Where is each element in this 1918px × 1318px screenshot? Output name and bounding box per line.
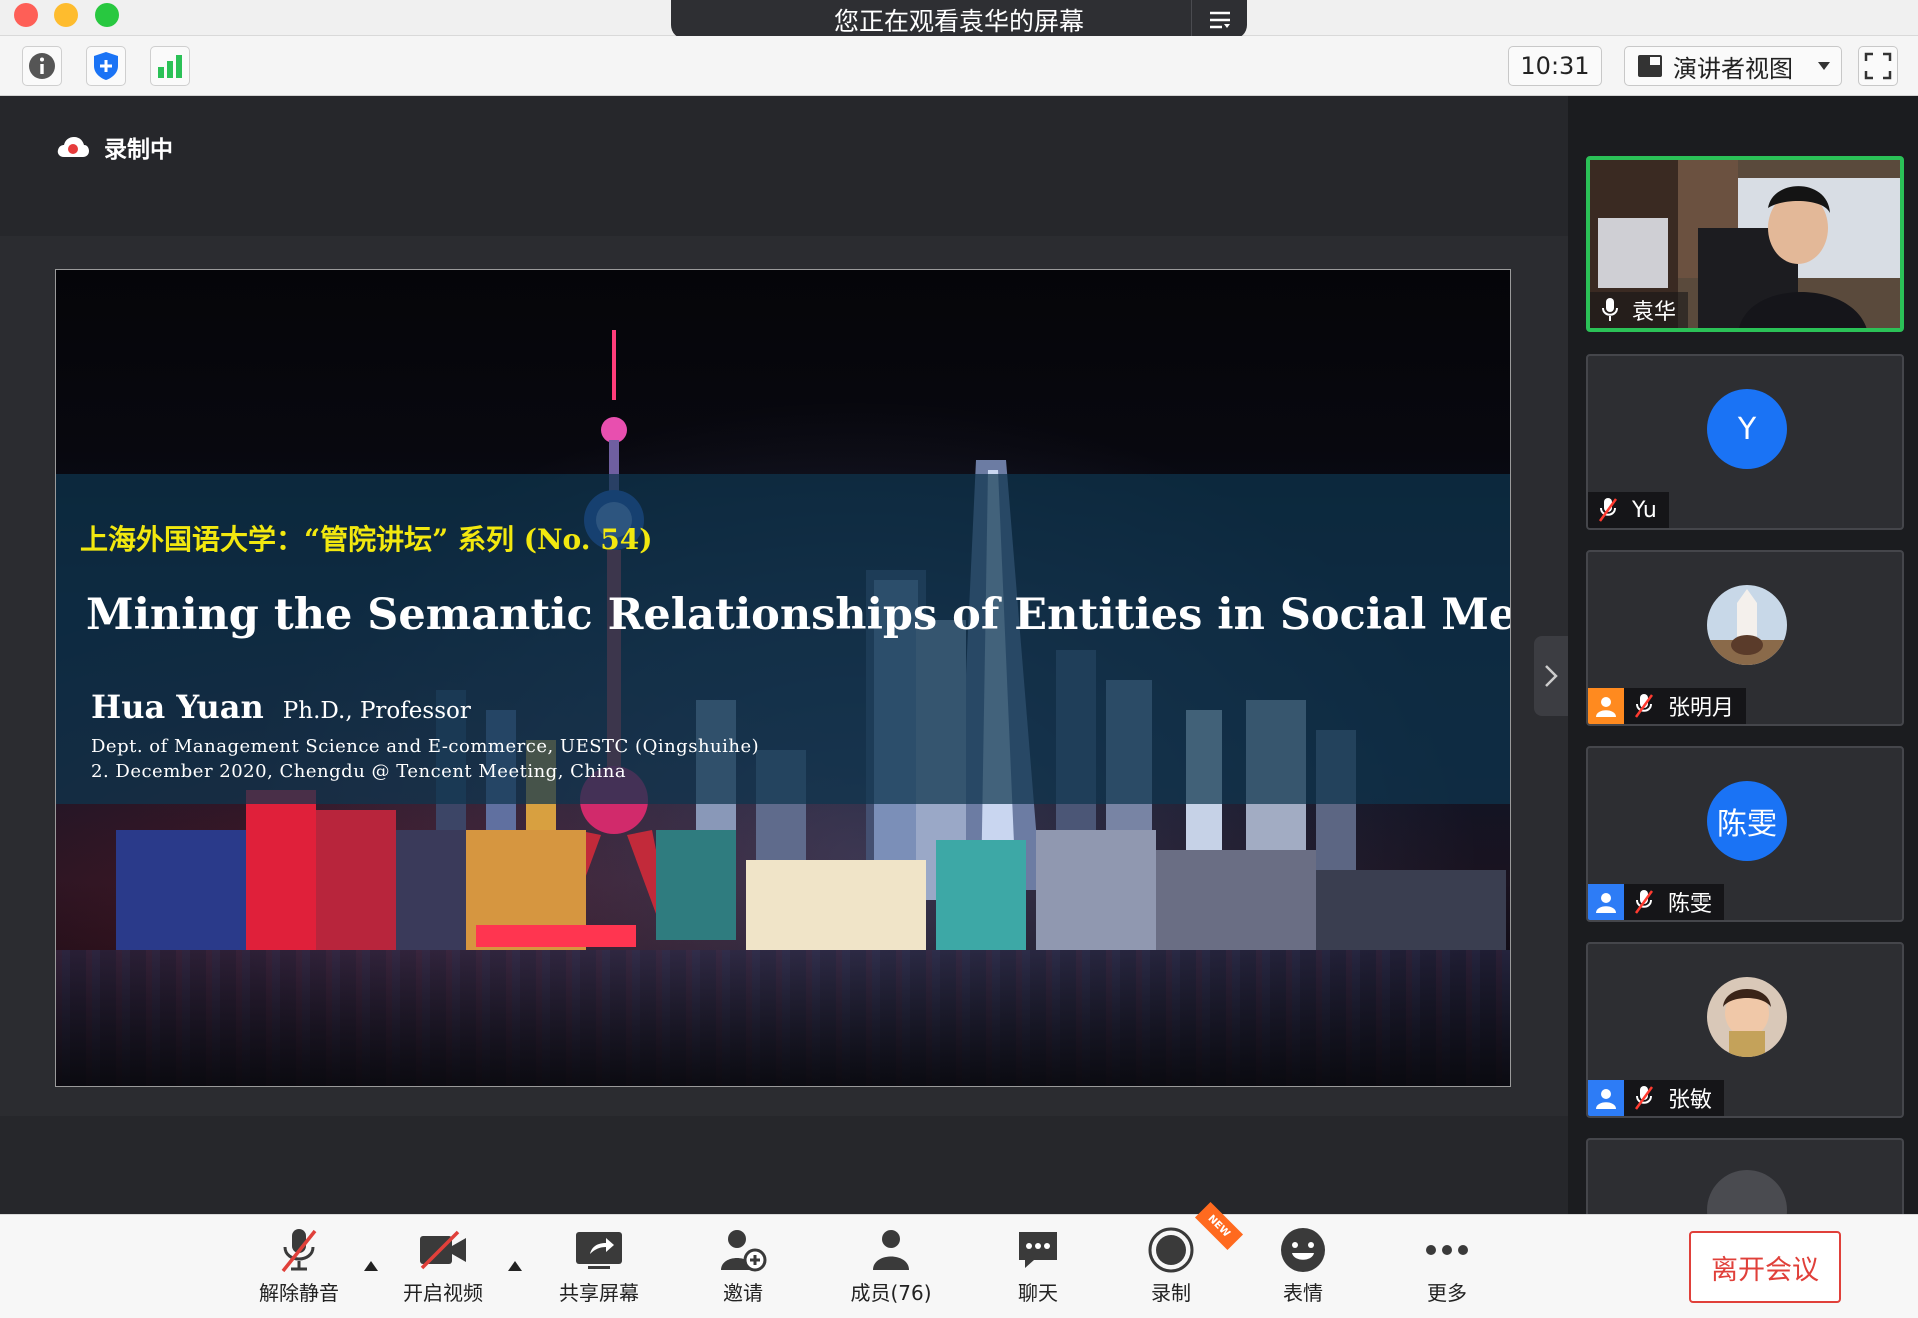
avatar: Y [1707,389,1787,469]
collapse-panel-handle[interactable] [1534,636,1568,716]
participant-tile[interactable]: 张敏 [1586,942,1904,1118]
meeting-info-button[interactable] [22,46,62,86]
record-icon [1143,1225,1199,1275]
members-label: 成员(76) [850,1281,932,1305]
author-affiliation: Dept. of Management Science and E-commer… [91,736,760,757]
zoom-window-button[interactable] [95,3,119,27]
meeting-clock: 10:31 [1508,46,1602,86]
participant-name-tag: 张明月 [1588,688,1747,724]
author-role: Ph.D., Professor [282,698,471,724]
signal-icon [158,55,182,78]
avatar [1707,977,1787,1057]
participant-name: 张敏 [1668,1088,1713,1113]
view-mode-label: 演讲者视图 [1673,54,1793,83]
presentation-slide: 上海外国语大学：“管院讲坛” 系列 (No. 54) Mining the Se… [55,269,1511,1087]
reactions-button[interactable]: 表情 [1248,1225,1358,1309]
share-screen-icon [571,1225,627,1275]
river-reflection [56,950,1510,1086]
close-window-button[interactable] [14,3,38,27]
cloud-recording-icon [57,137,89,157]
participant-name: 张明月 [1668,696,1735,721]
fullscreen-icon [1864,52,1892,80]
view-mode-select[interactable]: 演讲者视图 [1624,46,1842,86]
share-banner-text: 您正在观看袁华的屏幕 [833,6,1084,36]
muted-mic-icon [1628,884,1660,920]
chat-label: 聊天 [1018,1281,1058,1305]
host-role-icon [1588,688,1624,724]
unmute-label: 解除静音 [259,1281,339,1305]
muted-mic-icon [1592,492,1624,528]
audio-options-caret[interactable] [360,1255,382,1277]
smiley-icon [1275,1225,1331,1275]
meeting-controls-bar: 解除静音 开启视频 共享屏幕 邀请 成员(76) 聊天 录制 NEW 表情 更多… [0,1201,1918,1318]
slide-author: Hua Yuan Ph.D., Professor [91,688,471,726]
menu-icon [1209,11,1230,28]
participant-tile[interactable]: 陈雯 陈雯 [1586,746,1904,922]
layout-icon [1638,55,1662,77]
more-dots-icon [1419,1225,1475,1275]
microphone-icon [1594,292,1626,328]
share-screen-button[interactable]: 共享屏幕 [544,1225,654,1309]
chat-button[interactable]: 聊天 [983,1225,1093,1309]
participant-name-tag: 陈雯 [1588,884,1725,920]
video-off-icon [415,1225,471,1275]
muted-mic-icon [1628,688,1660,724]
participant-name: Yu [1632,497,1657,523]
invite-label: 邀请 [723,1281,763,1305]
muted-mic-icon [1628,1080,1660,1116]
start-video-label: 开启视频 [403,1281,483,1305]
participant-tile[interactable]: 张明月 [1586,550,1904,726]
recording-indicator: 录制中 [56,130,173,164]
participant-name: 陈雯 [1668,892,1713,917]
invite-button[interactable]: 邀请 [688,1225,798,1309]
slide-title: Mining the Semantic Relationships of Ent… [86,590,1511,640]
participant-name: 袁华 [1632,300,1677,325]
network-status-button[interactable] [150,46,190,86]
more-label: 更多 [1427,1281,1467,1305]
participant-tile-partial[interactable] [1586,1138,1904,1214]
record-label: 录制 [1151,1281,1191,1305]
chat-icon [1010,1225,1066,1275]
leave-meeting-button[interactable]: 离开会议 [1689,1231,1841,1303]
fullscreen-button[interactable] [1858,46,1898,86]
members-icon [863,1225,919,1275]
caret-up-icon [508,1261,522,1271]
muted-mic-icon [271,1225,327,1275]
unmute-button[interactable]: 解除静音 [244,1225,354,1309]
participant-role-icon [1588,884,1624,920]
shield-icon [94,52,118,80]
chevron-down-icon [1818,62,1830,70]
share-menu-button[interactable] [1191,0,1247,39]
avatar: 陈雯 [1707,781,1787,861]
start-video-button[interactable]: 开启视频 [388,1225,498,1309]
caret-up-icon [364,1261,378,1271]
add-user-icon [715,1225,771,1275]
info-icon [29,53,55,79]
participant-name-tag: 袁华 [1590,292,1689,328]
participant-role-icon [1588,1080,1624,1116]
minimize-window-button[interactable] [54,3,78,27]
slide-series-text: 上海外国语大学：“管院讲坛” 系列 (No. 54) [80,523,653,556]
reactions-label: 表情 [1283,1281,1323,1305]
author-name: Hua Yuan [91,688,264,726]
top-toolbar: 10:31 演讲者视图 [0,36,1918,96]
share-screen-label: 共享屏幕 [559,1281,639,1305]
record-button[interactable]: 录制 NEW [1116,1201,1244,1309]
participant-name-tag: Yu [1588,492,1669,528]
video-options-caret[interactable] [504,1255,526,1277]
more-button[interactable]: 更多 [1392,1225,1502,1309]
members-button[interactable]: 成员(76) [836,1225,946,1309]
talk-date-line: 2. December 2020, Chengdu @ Tencent Meet… [91,761,627,782]
participant-tile[interactable]: Y Yu [1586,354,1904,530]
screen-share-banner: 您正在观看袁华的屏幕 [671,0,1247,39]
avatar [1707,1170,1787,1214]
security-button[interactable] [86,46,126,86]
participant-video-panel: 袁华 Y Yu 张明月 陈雯 陈雯 张敏 [1568,96,1918,1214]
recording-label: 录制中 [104,137,173,163]
participant-tile-speaker[interactable]: 袁华 [1586,156,1904,332]
avatar [1707,585,1787,665]
participant-name-tag: 张敏 [1588,1080,1725,1116]
chevron-right-icon [1545,665,1558,687]
